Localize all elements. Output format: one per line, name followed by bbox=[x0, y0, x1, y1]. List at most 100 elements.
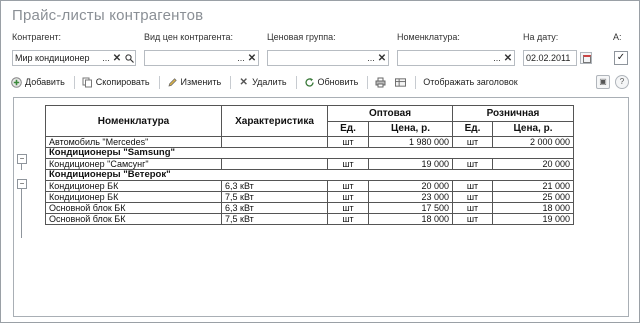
cell-nomenclature: Автомобиль "Mercedes" bbox=[45, 136, 222, 148]
price-table: Номенклатура Характеристика Оптовая Розн… bbox=[45, 105, 574, 225]
cell-nomenclature: Кондиционер "Самсунг" bbox=[45, 158, 222, 170]
price-group-select-button[interactable]: ... bbox=[366, 53, 376, 63]
add-button[interactable]: Добавить bbox=[11, 76, 65, 88]
header-wholesale-unit[interactable]: Ед. bbox=[327, 121, 369, 137]
cell-characteristic bbox=[221, 136, 328, 148]
toolbar-divider bbox=[158, 75, 160, 89]
delete-button[interactable]: ✕ Удалить bbox=[238, 77, 286, 88]
add-icon bbox=[11, 76, 22, 88]
collapse-group-veterok-icon[interactable]: − bbox=[17, 179, 27, 189]
edit-button[interactable]: Изменить bbox=[167, 77, 222, 88]
print-button[interactable] bbox=[375, 77, 389, 88]
edit-label: Изменить bbox=[180, 77, 222, 87]
date-field[interactable]: 02.02.2011 bbox=[523, 50, 577, 66]
toolbar-divider bbox=[295, 75, 297, 89]
group-row[interactable]: Кондиционеры "Samsung" bbox=[45, 147, 574, 159]
nomenclature-field[interactable]: ... ✕ bbox=[397, 50, 515, 66]
table-row[interactable]: Основной блок БК 7,5 кВт шт 18 000 шт 19… bbox=[45, 213, 574, 225]
table-row[interactable]: Кондиционер БК 6,3 кВт шт 20 000 шт 21 0… bbox=[45, 180, 574, 192]
cell-retail-unit: шт bbox=[452, 202, 493, 214]
date-value: 02.02.2011 bbox=[526, 53, 571, 63]
price-group-field[interactable]: ... ✕ bbox=[267, 50, 389, 66]
header-nomenclature[interactable]: Номенклатура bbox=[45, 105, 222, 137]
price-type-select-button[interactable]: ... bbox=[236, 53, 246, 63]
cell-retail-unit: шт bbox=[452, 213, 493, 225]
nomenclature-clear-icon[interactable]: ✕ bbox=[502, 51, 514, 65]
contractor-select-button[interactable]: ... bbox=[101, 53, 111, 63]
cell-wholesale-price: 20 000 bbox=[368, 180, 453, 192]
nomenclature-select-button[interactable]: ... bbox=[492, 53, 502, 63]
cell-wholesale-unit: шт bbox=[327, 202, 369, 214]
header-retail[interactable]: Розничная bbox=[452, 105, 574, 122]
price-type-label: Вид цен контрагента: bbox=[144, 32, 234, 42]
date-label: На дату: bbox=[523, 32, 559, 42]
cell-nomenclature: Основной блок БК bbox=[45, 213, 222, 225]
cell-retail-unit: шт bbox=[452, 136, 493, 148]
refresh-icon bbox=[304, 77, 315, 88]
price-group-clear-icon[interactable]: ✕ bbox=[376, 51, 388, 65]
table-row[interactable]: Кондиционер БК 7,5 кВт шт 23 000 шт 25 0… bbox=[45, 191, 574, 203]
group-name: Кондиционеры "Ветерок" bbox=[45, 169, 574, 181]
collapse-group-samsung-icon[interactable]: − bbox=[17, 154, 27, 164]
contractor-label: Контрагент: bbox=[12, 32, 62, 42]
actual-checkbox[interactable]: ✓ bbox=[614, 51, 628, 65]
cell-characteristic: 6,3 кВт bbox=[221, 202, 328, 214]
group-row[interactable]: Кондиционеры "Ветерок" bbox=[45, 169, 574, 181]
header-characteristic[interactable]: Характеристика bbox=[221, 105, 328, 137]
copy-icon bbox=[82, 77, 93, 88]
cell-characteristic: 7,5 кВт bbox=[221, 213, 328, 225]
header-wholesale[interactable]: Оптовая bbox=[327, 105, 453, 122]
calendar-icon[interactable] bbox=[580, 52, 592, 64]
price-grid-frame: − − Номенклатура Характеристика Оптовая … bbox=[13, 97, 629, 317]
table-row[interactable]: Основной блок БК 6,3 кВт шт 17 500 шт 18… bbox=[45, 202, 574, 214]
delete-icon: ✕ bbox=[239, 76, 248, 88]
toolbar-divider bbox=[367, 75, 369, 89]
table-icon bbox=[395, 77, 407, 88]
toolbar-divider bbox=[230, 75, 232, 89]
pencil-icon bbox=[167, 77, 178, 88]
actual-label: А: bbox=[613, 32, 622, 42]
table-settings-button[interactable] bbox=[395, 77, 409, 88]
help-icon[interactable]: ? bbox=[615, 75, 629, 89]
table-row[interactable]: Автомобиль "Mercedes" шт 1 980 000 шт 2 … bbox=[45, 136, 574, 148]
show-header-label: Отображать заголовок bbox=[423, 77, 518, 87]
cell-nomenclature: Кондиционер БК bbox=[45, 191, 222, 203]
contractor-clear-icon[interactable]: ✕ bbox=[111, 51, 123, 65]
cell-retail-price: 19 000 bbox=[492, 213, 574, 225]
show-header-button[interactable]: Отображать заголовок bbox=[423, 77, 517, 87]
price-type-clear-icon[interactable]: ✕ bbox=[246, 51, 258, 65]
delete-label: Удалить bbox=[252, 77, 287, 87]
toolbar-divider bbox=[73, 75, 75, 89]
cell-retail-price: 21 000 bbox=[492, 180, 574, 192]
cell-wholesale-unit: шт bbox=[327, 191, 369, 203]
cell-retail-unit: шт bbox=[452, 180, 493, 192]
page-title: Прайс-листы контрагентов bbox=[12, 7, 204, 24]
group-bracket bbox=[21, 189, 22, 238]
cell-wholesale-price: 23 000 bbox=[368, 191, 453, 203]
table-row[interactable]: Кондиционер "Самсунг" шт 19 000 шт 20 00… bbox=[45, 158, 574, 170]
cell-retail-price: 18 000 bbox=[492, 202, 574, 214]
cell-retail-price: 2 000 000 bbox=[492, 136, 574, 148]
contractor-search-icon[interactable] bbox=[123, 51, 135, 65]
header-wholesale-price[interactable]: Цена, р. bbox=[368, 121, 453, 137]
printer-icon bbox=[375, 77, 386, 88]
refresh-button[interactable]: Обновить bbox=[304, 77, 358, 88]
cell-retail-unit: шт bbox=[452, 158, 493, 170]
price-lists-window: Прайс-листы контрагентов Контрагент: Вид… bbox=[0, 0, 640, 323]
price-type-field[interactable]: ... ✕ bbox=[144, 50, 259, 66]
copy-button[interactable]: Скопировать bbox=[82, 77, 150, 88]
cell-wholesale-price: 17 500 bbox=[368, 202, 453, 214]
cell-wholesale-unit: шт bbox=[327, 180, 369, 192]
toolbar-divider bbox=[415, 75, 417, 89]
cell-wholesale-unit: шт bbox=[327, 213, 369, 225]
cell-characteristic bbox=[221, 158, 328, 170]
cell-wholesale-unit: шт bbox=[327, 158, 369, 170]
group-name: Кондиционеры "Samsung" bbox=[45, 147, 574, 159]
add-label: Добавить bbox=[25, 77, 65, 87]
contractor-field[interactable]: Мир кондиционер ... ✕ bbox=[12, 50, 136, 66]
cell-wholesale-unit: шт bbox=[327, 136, 369, 148]
header-retail-price[interactable]: Цена, р. bbox=[492, 121, 574, 137]
copy-label: Скопировать bbox=[95, 77, 150, 87]
header-retail-unit[interactable]: Ед. bbox=[452, 121, 493, 137]
settings-icon[interactable]: ▣ bbox=[596, 75, 610, 89]
